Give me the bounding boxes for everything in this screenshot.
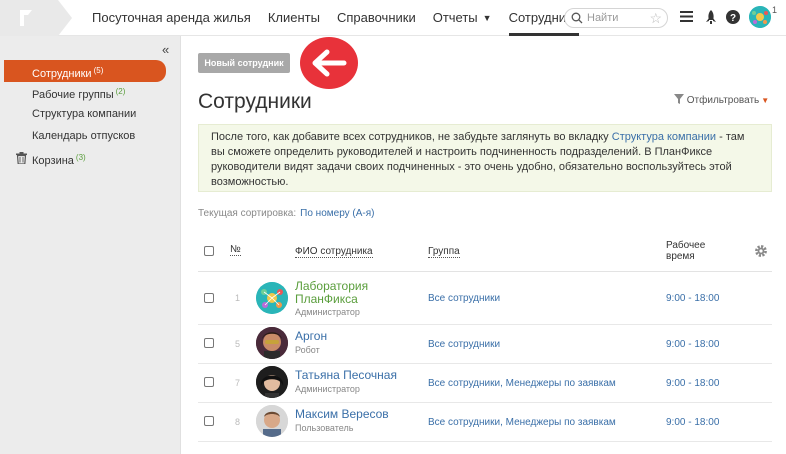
nav-item-rental[interactable]: Посуточная аренда жилья: [92, 0, 251, 36]
sidebar-item-trash[interactable]: Корзина (3): [4, 147, 166, 169]
sort-order-link[interactable]: По номеру (А-я): [300, 208, 374, 219]
main-content: Новый сотрудник Сотрудники Отфильтровать…: [182, 36, 786, 454]
select-all-checkbox[interactable]: [204, 246, 214, 256]
search-placeholder: Найти: [587, 12, 619, 24]
column-header-group[interactable]: Группа: [428, 246, 460, 258]
employee-role: Администратор: [295, 307, 360, 317]
table-row[interactable]: 7 Татьяна Песочная Администратор Все сот…: [198, 364, 772, 403]
page-title: Сотрудники: [198, 90, 312, 113]
chevron-down-icon: ▼: [482, 13, 492, 23]
logo-arrow-shape: [58, 0, 72, 36]
avatar: [256, 366, 288, 398]
nav-item-directories[interactable]: Справочники: [337, 0, 416, 36]
filter-icon: [674, 94, 684, 104]
row-checkbox[interactable]: [204, 416, 214, 426]
employee-group-link[interactable]: Все сотрудники: [428, 339, 500, 350]
chevron-down-icon: ▼: [761, 96, 770, 105]
table-header: № ФИО сотрудника Группа Рабочее время: [198, 232, 772, 272]
row-checkbox[interactable]: [204, 377, 214, 387]
sidebar-item-vacation-calendar[interactable]: Календарь отпусков: [4, 125, 166, 147]
employee-group-link[interactable]: Все сотрудники, Менеджеры по заявкам: [428, 378, 616, 389]
row-number: 7: [235, 378, 241, 388]
nav-item-reports[interactable]: Отчеты ▼: [433, 0, 492, 36]
sidebar: « Сотрудники (5) Рабочие группы (2) Структ…: [0, 36, 181, 454]
employee-group-link[interactable]: Все сотрудники, Менеджеры по заявкам: [428, 417, 616, 428]
rocket-icon[interactable]: [705, 10, 717, 24]
row-checkbox[interactable]: [204, 293, 214, 303]
svg-text:?: ?: [730, 13, 736, 24]
column-header-number[interactable]: №: [230, 244, 241, 256]
employee-role: Пользователь: [295, 423, 354, 433]
sidebar-item-work-groups[interactable]: Рабочие группы (2): [4, 81, 166, 103]
column-header-name[interactable]: ФИО сотрудника: [295, 246, 373, 258]
trash-icon: [16, 152, 27, 164]
work-time[interactable]: 9:00 - 18:00: [666, 339, 719, 350]
column-header-work-time: Рабочее время: [666, 240, 706, 262]
notification-count: 1: [772, 5, 778, 15]
employee-name-link[interactable]: Татьяна Песочная: [295, 369, 397, 382]
avatar: [256, 282, 288, 314]
employee-name-link[interactable]: Аргон: [295, 330, 327, 343]
row-number: 8: [235, 417, 241, 427]
collapse-sidebar-icon[interactable]: «: [162, 42, 169, 57]
avatar: [256, 405, 288, 437]
employee-role: Администратор: [295, 384, 360, 394]
employee-name-link[interactable]: Лаборатория ПланФикса: [295, 280, 368, 306]
sidebar-item-employees[interactable]: Сотрудники (5): [4, 60, 166, 82]
table-row[interactable]: 8 Максим Вересов Пользователь Все сотруд…: [198, 403, 772, 442]
work-time[interactable]: 9:00 - 18:00: [666, 378, 719, 389]
employee-name-link[interactable]: Максим Вересов: [295, 408, 389, 421]
employee-group-link[interactable]: Все сотрудники: [428, 293, 500, 304]
row-checkbox[interactable]: [204, 338, 214, 348]
work-time[interactable]: 9:00 - 18:00: [666, 293, 719, 304]
new-employee-button[interactable]: Новый сотрудник: [198, 53, 290, 73]
avatar: [256, 327, 288, 359]
work-time[interactable]: 9:00 - 18:00: [666, 417, 719, 428]
help-icon[interactable]: ?: [726, 10, 740, 24]
nav-item-clients[interactable]: Клиенты: [268, 0, 320, 36]
search-icon: [571, 12, 583, 24]
employee-role: Робот: [295, 345, 320, 355]
table-row[interactable]: 5 Аргон Робот Все сотрудники 9:00 - 18:0…: [198, 325, 772, 364]
menu-icon[interactable]: [680, 10, 693, 23]
row-number: 1: [235, 293, 241, 303]
top-bar: Посуточная аренда жилья Клиенты Справочн…: [0, 0, 786, 36]
star-icon[interactable]: ☆: [649, 10, 662, 26]
user-avatar[interactable]: [749, 6, 771, 28]
callout-arrow-icon: [300, 37, 358, 89]
current-sorting: Текущая сортировка: По номеру (А-я): [198, 208, 375, 219]
sidebar-item-company-structure[interactable]: Структура компании: [4, 103, 166, 125]
search-input[interactable]: Найти ☆: [564, 8, 668, 28]
main-nav: Посуточная аренда жилья Клиенты Справочн…: [92, 0, 596, 36]
table-row[interactable]: 1 Лаборатория ПланФикса Администратор Все…: [198, 272, 772, 325]
row-number: 5: [235, 339, 241, 349]
info-notice: После того, как добавите всех сотруднико…: [198, 124, 772, 192]
gear-icon[interactable]: [754, 244, 768, 258]
planfix-flag-icon: [20, 10, 32, 26]
company-structure-link[interactable]: Структура компании: [612, 131, 716, 143]
filter-button[interactable]: Отфильтровать ▼: [674, 94, 769, 106]
logo[interactable]: [0, 0, 72, 36]
